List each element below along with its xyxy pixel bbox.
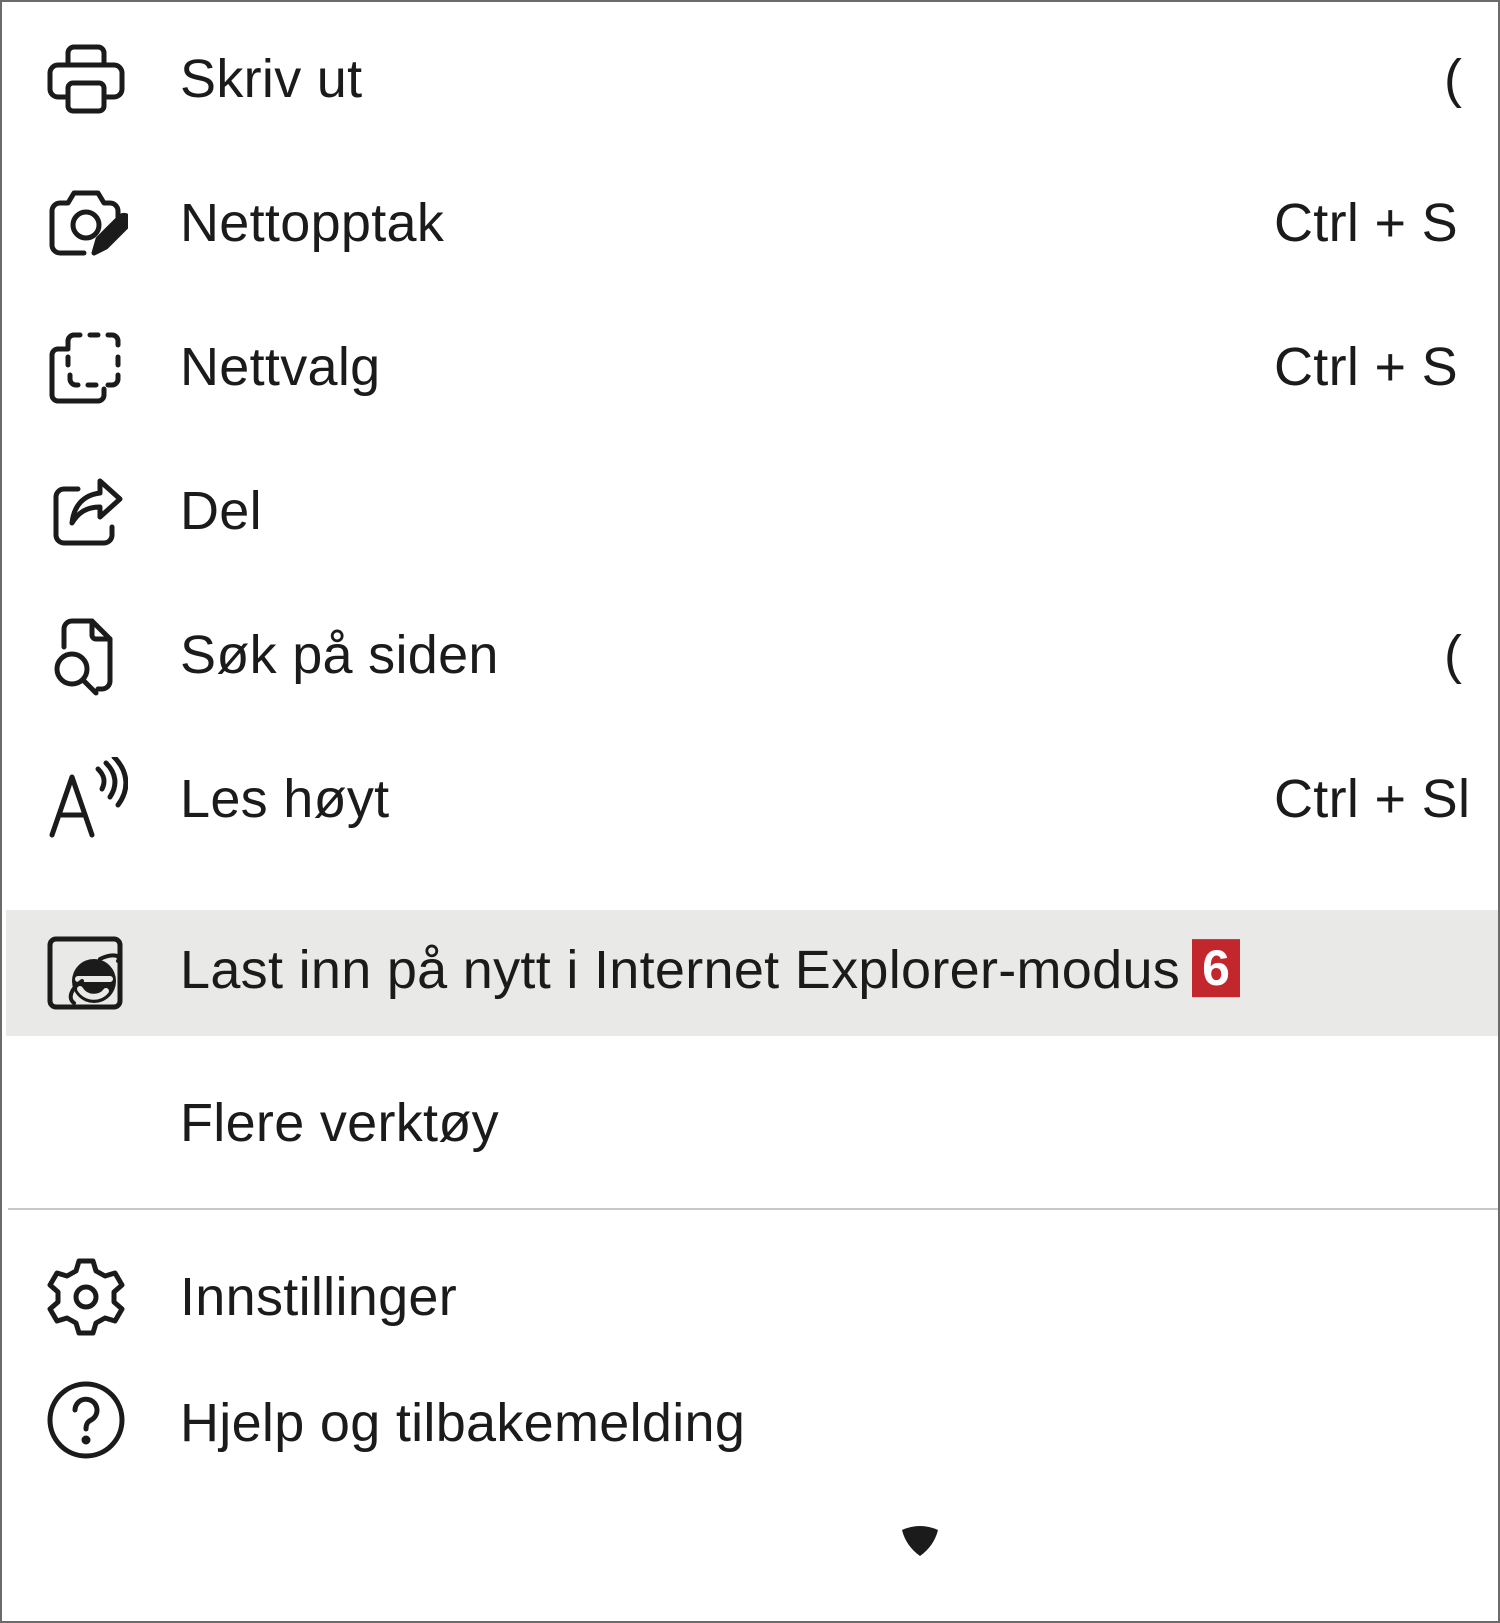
menu-item-find-on-page[interactable]: Søk på siden ( <box>6 592 1498 718</box>
menu-item-label: Skriv ut <box>180 49 363 109</box>
share-icon <box>44 469 128 553</box>
menu-item-label: Last inn på nytt i Internet Explorer-mod… <box>180 938 1241 1003</box>
menu-item-label-text: Last inn på nytt i Internet Explorer-mod… <box>180 940 1181 1001</box>
menu-item-help-feedback[interactable]: Hjelp og tilbakemelding <box>6 1378 1498 1464</box>
settings-gear-icon <box>44 1255 128 1339</box>
menu-item-print[interactable]: Skriv ut ( <box>6 16 1498 142</box>
menu-item-settings[interactable]: Innstillinger <box>6 1234 1498 1360</box>
help-icon <box>44 1378 128 1462</box>
keyboard-shortcut: Ctrl + S <box>1274 193 1458 253</box>
context-menu: Skriv ut ( Nettopptak Ctrl + S Nettvalg … <box>0 0 1500 1623</box>
printer-icon <box>44 37 128 121</box>
menu-item-more-tools[interactable]: Flere verktøy <box>6 1060 1498 1186</box>
keyboard-shortcut: Ctrl + Sl <box>1274 769 1471 829</box>
menu-item-label: Hjelp og tilbakemelding <box>180 1393 746 1453</box>
menu-item-label: Nettvalg <box>180 337 381 397</box>
shortcut-fragment: ( <box>1444 625 1462 685</box>
shortcut-fragment: ( <box>1444 49 1462 109</box>
web-select-icon <box>44 325 128 409</box>
internet-explorer-icon <box>44 931 128 1015</box>
menu-item-label: Flere verktøy <box>180 1093 499 1153</box>
find-on-page-icon <box>44 613 128 697</box>
menu-item-read-aloud[interactable]: Les høyt Ctrl + Sl <box>6 736 1498 862</box>
menu-item-web-capture[interactable]: Nettopptak Ctrl + S <box>6 160 1498 286</box>
read-aloud-icon <box>44 757 128 841</box>
step-number-badge: 6 <box>1192 938 1241 997</box>
menu-item-label: Del <box>180 481 262 541</box>
menu-item-reload-ie-mode[interactable]: Last inn på nytt i Internet Explorer-mod… <box>6 910 1498 1036</box>
keyboard-shortcut: Ctrl + S <box>1274 337 1458 397</box>
menu-divider <box>8 1208 1498 1210</box>
menu-item-web-select[interactable]: Nettvalg Ctrl + S <box>6 304 1498 430</box>
menu-item-label: Innstillinger <box>180 1267 458 1327</box>
web-capture-icon <box>44 181 128 265</box>
menu-item-label: Les høyt <box>180 769 390 829</box>
menu-item-label: Søk på siden <box>180 625 499 685</box>
menu-item-label: Nettopptak <box>180 193 445 253</box>
scroll-down-chevron-icon[interactable] <box>898 1524 942 1560</box>
menu-item-share[interactable]: Del <box>6 448 1498 574</box>
